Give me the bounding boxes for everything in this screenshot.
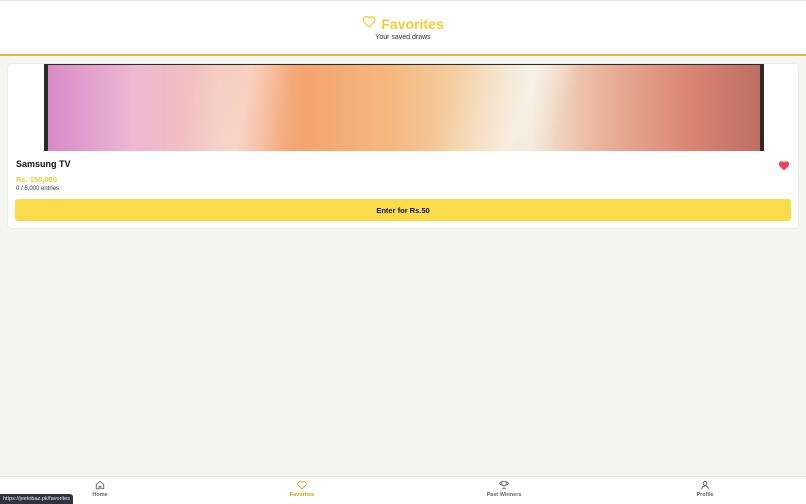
nav-label-past-winners: Past Winners [486, 492, 522, 498]
nav-item-past-winners[interactable]: Past Winners [464, 480, 544, 498]
favorite-draw-card[interactable]: Samsung TV Rs. 150,000 0 / 6,000 entries… [7, 63, 799, 229]
page-header: Favorites Your saved draws [0, 0, 806, 56]
heart-outline-icon [362, 15, 376, 33]
bottom-navigation: Home Favorites Past Winners Profile [0, 476, 806, 504]
title-row: Favorites [0, 15, 806, 33]
entries-count: 0 / 6,000 entries [16, 186, 60, 192]
nav-label-profile: Profile [696, 492, 714, 498]
user-icon [665, 480, 745, 490]
home-icon [60, 480, 140, 490]
heart-outline-icon [262, 480, 342, 490]
page-title: Favorites [381, 16, 444, 32]
enter-draw-button[interactable]: Enter for Rs.50 [15, 199, 791, 221]
nav-item-profile[interactable]: Profile [665, 480, 745, 498]
trophy-icon [464, 480, 544, 490]
nav-label-favorites: Favorites [289, 492, 315, 498]
page-subtitle: Your saved draws [375, 34, 431, 41]
product-name: Samsung TV [16, 159, 71, 169]
favorite-heart-icon[interactable] [778, 158, 790, 171]
product-image-content [48, 65, 760, 151]
product-price: Rs. 150,000 [16, 175, 57, 184]
status-url-tooltip: https://jeetobaz.pk/favorites [0, 494, 73, 504]
product-image[interactable] [44, 64, 764, 151]
nav-item-favorites[interactable]: Favorites [262, 480, 342, 498]
